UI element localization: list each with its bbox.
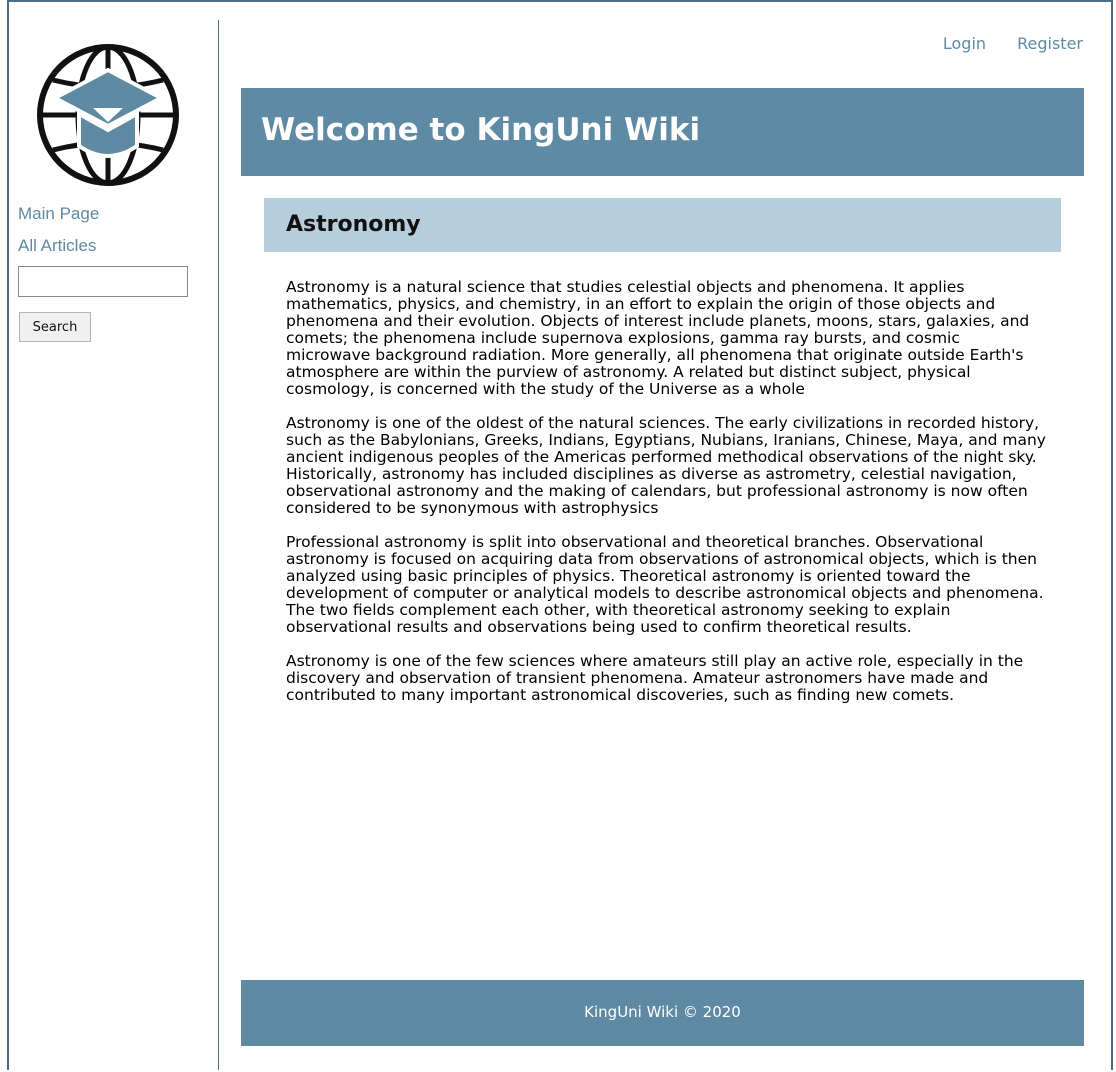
article-body: Astronomy is a natural science that stud… — [286, 279, 1046, 721]
account-links: Login Register — [917, 34, 1083, 53]
article-title: Astronomy — [286, 212, 421, 237]
sidebar: Main Page All Articles Search — [9, 20, 219, 1070]
globe-graduation-cap-icon[interactable] — [35, 42, 181, 188]
site-footer: KingUni Wiki © 2020 — [241, 980, 1084, 1046]
article-paragraph: Astronomy is one of the oldest of the na… — [286, 414, 1046, 517]
article-paragraph: Astronomy is a natural science that stud… — [286, 278, 1030, 398]
article-paragraph: Astronomy is one of the few sciences whe… — [286, 652, 1024, 704]
sidebar-link-main-page[interactable]: Main Page — [18, 204, 99, 224]
sidebar-link-all-articles[interactable]: All Articles — [18, 236, 96, 256]
register-link[interactable]: Register — [1017, 34, 1083, 53]
footer-text: KingUni Wiki © 2020 — [584, 1003, 741, 1021]
page-frame: Main Page All Articles Search Login Regi… — [7, 0, 1113, 1070]
search-button[interactable]: Search — [19, 312, 91, 342]
site-banner: Welcome to KingUni Wiki — [241, 88, 1084, 176]
article-header: Astronomy — [264, 198, 1061, 252]
search-input[interactable] — [18, 266, 188, 297]
login-link[interactable]: Login — [943, 34, 986, 53]
page-title: Welcome to KingUni Wiki — [261, 112, 701, 148]
article-paragraph: Professional astronomy is split into obs… — [286, 533, 1044, 636]
